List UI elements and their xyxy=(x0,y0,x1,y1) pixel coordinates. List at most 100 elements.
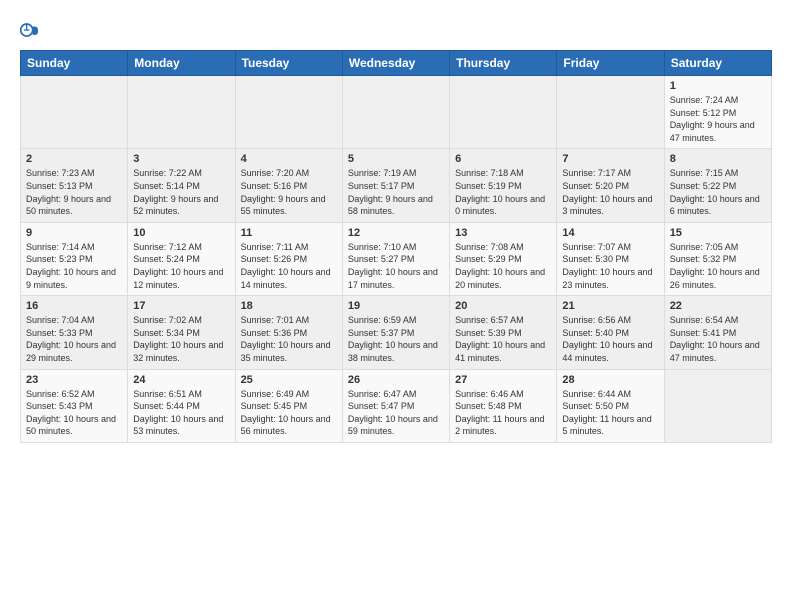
day-number: 12 xyxy=(348,227,444,239)
day-info: Sunrise: 6:56 AM Sunset: 5:40 PM Dayligh… xyxy=(562,314,658,364)
calendar-header: SundayMondayTuesdayWednesdayThursdayFrid… xyxy=(21,51,772,76)
day-number: 6 xyxy=(455,153,551,165)
day-info: Sunrise: 6:51 AM Sunset: 5:44 PM Dayligh… xyxy=(133,388,229,438)
day-number: 17 xyxy=(133,300,229,312)
day-number: 7 xyxy=(562,153,658,165)
day-info: Sunrise: 7:08 AM Sunset: 5:29 PM Dayligh… xyxy=(455,241,551,291)
calendar-cell xyxy=(21,76,128,149)
calendar-cell: 7 Sunrise: 7:17 AM Sunset: 5:20 PM Daylig… xyxy=(557,149,664,222)
day-number: 3 xyxy=(133,153,229,165)
calendar-cell: 19 Sunrise: 6:59 AM Sunset: 5:37 PM Dayli… xyxy=(342,296,449,369)
calendar-cell: 24Sunrise: 6:51 AM Sunset: 5:44 PM Dayli… xyxy=(128,369,235,442)
day-info: Sunrise: 7:10 AM Sunset: 5:27 PM Dayligh… xyxy=(348,241,444,291)
calendar-cell: 15 Sunrise: 7:05 AM Sunset: 5:32 PM Dayli… xyxy=(664,222,771,295)
calendar-cell: 3 Sunrise: 7:22 AM Sunset: 5:14 PM Daylig… xyxy=(128,149,235,222)
calendar-cell: 28 Sunrise: 6:44 AM Sunset: 5:50 PM Dayli… xyxy=(557,369,664,442)
day-number: 22 xyxy=(670,300,766,312)
day-info: Sunrise: 6:46 AM Sunset: 5:48 PM Dayligh… xyxy=(455,388,551,438)
day-number: 14 xyxy=(562,227,658,239)
day-info: Sunrise: 6:47 AM Sunset: 5:47 PM Dayligh… xyxy=(348,388,444,438)
calendar-cell: 20 Sunrise: 6:57 AM Sunset: 5:39 PM Dayli… xyxy=(450,296,557,369)
day-info: Sunrise: 6:49 AM Sunset: 5:45 PM Dayligh… xyxy=(241,388,337,438)
day-info: Sunrise: 7:20 AM Sunset: 5:16 PM Dayligh… xyxy=(241,167,337,217)
day-info: Sunrise: 7:12 AM Sunset: 5:24 PM Dayligh… xyxy=(133,241,229,291)
day-number: 16 xyxy=(26,300,122,312)
calendar-cell: 26 Sunrise: 6:47 AM Sunset: 5:47 PM Dayli… xyxy=(342,369,449,442)
weekday-header: Saturday xyxy=(664,51,771,76)
calendar-cell: 25Sunrise: 6:49 AM Sunset: 5:45 PM Dayli… xyxy=(235,369,342,442)
day-number: 28 xyxy=(562,374,658,386)
day-number: 27 xyxy=(455,374,551,386)
day-info: Sunrise: 7:07 AM Sunset: 5:30 PM Dayligh… xyxy=(562,241,658,291)
day-info: Sunrise: 7:02 AM Sunset: 5:34 PM Dayligh… xyxy=(133,314,229,364)
day-number: 21 xyxy=(562,300,658,312)
weekday-header: Sunday xyxy=(21,51,128,76)
page: SundayMondayTuesdayWednesdayThursdayFrid… xyxy=(0,0,792,453)
day-info: Sunrise: 7:14 AM Sunset: 5:23 PM Dayligh… xyxy=(26,241,122,291)
calendar-cell xyxy=(557,76,664,149)
weekday-header: Wednesday xyxy=(342,51,449,76)
calendar-cell: 16 Sunrise: 7:04 AM Sunset: 5:33 PM Dayli… xyxy=(21,296,128,369)
weekday-row: SundayMondayTuesdayWednesdayThursdayFrid… xyxy=(21,51,772,76)
day-info: Sunrise: 6:57 AM Sunset: 5:39 PM Dayligh… xyxy=(455,314,551,364)
calendar-cell: 13Sunrise: 7:08 AM Sunset: 5:29 PM Dayli… xyxy=(450,222,557,295)
calendar-cell: 4 Sunrise: 7:20 AM Sunset: 5:16 PM Daylig… xyxy=(235,149,342,222)
calendar-week-row: 16 Sunrise: 7:04 AM Sunset: 5:33 PM Dayli… xyxy=(21,296,772,369)
calendar-cell: 8 Sunrise: 7:15 AM Sunset: 5:22 PM Daylig… xyxy=(664,149,771,222)
day-info: Sunrise: 7:15 AM Sunset: 5:22 PM Dayligh… xyxy=(670,167,766,217)
day-info: Sunrise: 7:17 AM Sunset: 5:20 PM Dayligh… xyxy=(562,167,658,217)
day-info: Sunrise: 7:24 AM Sunset: 5:12 PM Dayligh… xyxy=(670,94,766,144)
calendar-cell: 18Sunrise: 7:01 AM Sunset: 5:36 PM Dayli… xyxy=(235,296,342,369)
day-number: 26 xyxy=(348,374,444,386)
day-number: 11 xyxy=(241,227,337,239)
calendar-cell: 12 Sunrise: 7:10 AM Sunset: 5:27 PM Dayli… xyxy=(342,222,449,295)
day-number: 5 xyxy=(348,153,444,165)
weekday-header: Friday xyxy=(557,51,664,76)
logo-icon xyxy=(20,20,40,40)
calendar-cell: 5 Sunrise: 7:19 AM Sunset: 5:17 PM Daylig… xyxy=(342,149,449,222)
day-number: 2 xyxy=(26,153,122,165)
day-number: 8 xyxy=(670,153,766,165)
calendar-week-row: 9 Sunrise: 7:14 AM Sunset: 5:23 PM Daylig… xyxy=(21,222,772,295)
day-info: Sunrise: 7:11 AM Sunset: 5:26 PM Dayligh… xyxy=(241,241,337,291)
header xyxy=(20,20,772,40)
day-number: 23 xyxy=(26,374,122,386)
calendar-cell: 22 Sunrise: 6:54 AM Sunset: 5:41 PM Dayli… xyxy=(664,296,771,369)
day-number: 18 xyxy=(241,300,337,312)
calendar-week-row: 23Sunrise: 6:52 AM Sunset: 5:43 PM Dayli… xyxy=(21,369,772,442)
calendar-cell: 10 Sunrise: 7:12 AM Sunset: 5:24 PM Dayli… xyxy=(128,222,235,295)
logo xyxy=(20,20,44,40)
day-info: Sunrise: 7:19 AM Sunset: 5:17 PM Dayligh… xyxy=(348,167,444,217)
calendar-cell: 1 Sunrise: 7:24 AM Sunset: 5:12 PM Daylig… xyxy=(664,76,771,149)
day-number: 15 xyxy=(670,227,766,239)
weekday-header: Monday xyxy=(128,51,235,76)
day-info: Sunrise: 7:05 AM Sunset: 5:32 PM Dayligh… xyxy=(670,241,766,291)
calendar-cell: 21 Sunrise: 6:56 AM Sunset: 5:40 PM Dayli… xyxy=(557,296,664,369)
day-info: Sunrise: 6:54 AM Sunset: 5:41 PM Dayligh… xyxy=(670,314,766,364)
calendar-cell xyxy=(450,76,557,149)
calendar-cell: 11 Sunrise: 7:11 AM Sunset: 5:26 PM Dayli… xyxy=(235,222,342,295)
calendar-cell: 9 Sunrise: 7:14 AM Sunset: 5:23 PM Daylig… xyxy=(21,222,128,295)
calendar-week-row: 2 Sunrise: 7:23 AM Sunset: 5:13 PM Daylig… xyxy=(21,149,772,222)
calendar-cell: 6 Sunrise: 7:18 AM Sunset: 5:19 PM Daylig… xyxy=(450,149,557,222)
calendar-cell xyxy=(664,369,771,442)
weekday-header: Tuesday xyxy=(235,51,342,76)
day-info: Sunrise: 6:44 AM Sunset: 5:50 PM Dayligh… xyxy=(562,388,658,438)
calendar-cell xyxy=(342,76,449,149)
day-number: 9 xyxy=(26,227,122,239)
day-number: 19 xyxy=(348,300,444,312)
day-number: 1 xyxy=(670,80,766,92)
calendar-cell: 27 Sunrise: 6:46 AM Sunset: 5:48 PM Dayli… xyxy=(450,369,557,442)
calendar-cell xyxy=(128,76,235,149)
calendar-cell: 14 Sunrise: 7:07 AM Sunset: 5:30 PM Dayli… xyxy=(557,222,664,295)
day-info: Sunrise: 7:18 AM Sunset: 5:19 PM Dayligh… xyxy=(455,167,551,217)
calendar-cell xyxy=(235,76,342,149)
day-info: Sunrise: 6:59 AM Sunset: 5:37 PM Dayligh… xyxy=(348,314,444,364)
calendar-week-row: 1 Sunrise: 7:24 AM Sunset: 5:12 PM Daylig… xyxy=(21,76,772,149)
day-number: 4 xyxy=(241,153,337,165)
day-info: Sunrise: 7:23 AM Sunset: 5:13 PM Dayligh… xyxy=(26,167,122,217)
day-number: 10 xyxy=(133,227,229,239)
day-info: Sunrise: 7:04 AM Sunset: 5:33 PM Dayligh… xyxy=(26,314,122,364)
day-info: Sunrise: 7:22 AM Sunset: 5:14 PM Dayligh… xyxy=(133,167,229,217)
day-number: 20 xyxy=(455,300,551,312)
